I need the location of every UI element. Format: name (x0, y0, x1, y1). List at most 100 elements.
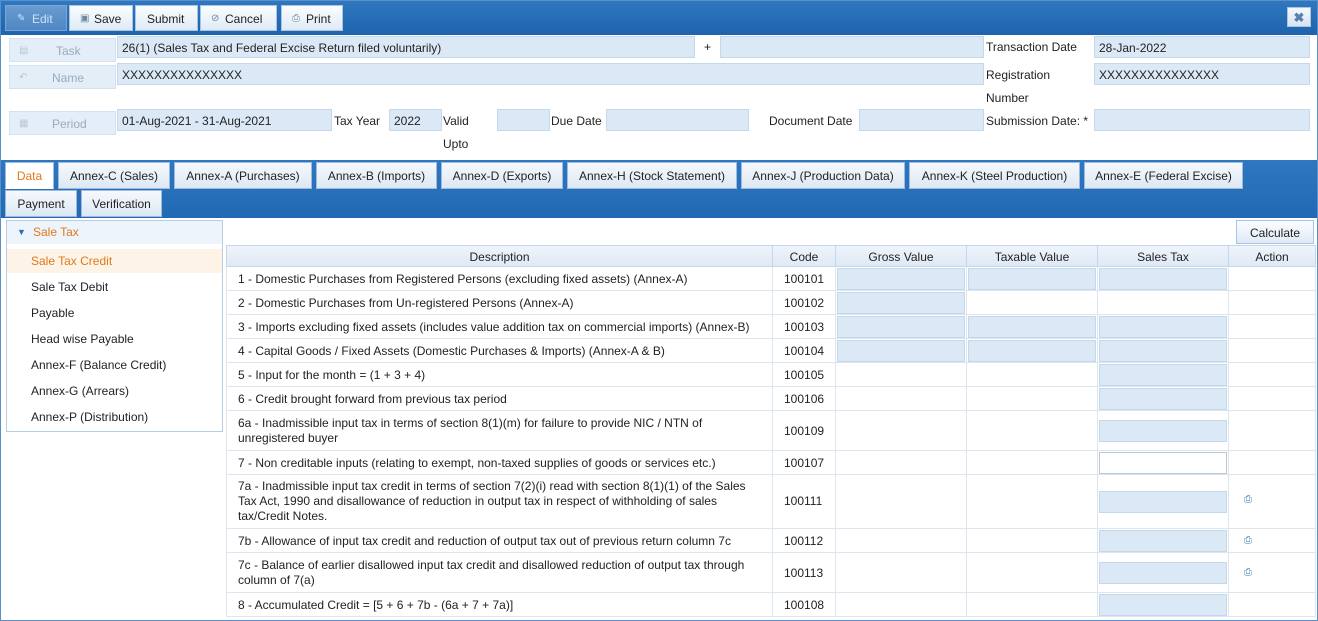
gross-value-input[interactable] (837, 340, 965, 362)
calendar-icon: ▦ (19, 118, 29, 129)
table-row: 7b - Allowance of input tax credit and r… (226, 529, 1316, 553)
valid-upto-label-line2: Upto (443, 137, 469, 151)
tab-annex-c[interactable]: Annex-C (Sales) (58, 162, 170, 189)
sales-tax-input[interactable] (1099, 268, 1227, 290)
tree-item-annex-p[interactable]: Annex-P (Distribution) (7, 405, 222, 429)
table-row: 7a - Inadmissible input tax credit in te… (226, 475, 1316, 529)
period-button[interactable]: ▦ Period (9, 111, 116, 135)
toolbar: ✎ Edit ▣ Save Submit ⊘ Cancel ⎙ Print ✖ (1, 1, 1317, 35)
tab-annex-a[interactable]: Annex-A (Purchases) (174, 162, 312, 189)
submit-button[interactable]: Submit (135, 5, 198, 31)
table-row: 3 - Imports excluding fixed assets (incl… (226, 315, 1316, 339)
tab-annex-b[interactable]: Annex-B (Imports) (316, 162, 437, 189)
table-row: 2 - Domestic Purchases from Un-registere… (226, 291, 1316, 315)
document-date-label: Document Date (769, 114, 853, 128)
tab-verification[interactable]: Verification (81, 190, 162, 217)
cancel-circle-icon: ⊘ (211, 13, 220, 24)
due-date-field[interactable] (606, 109, 749, 131)
taxable-value-input[interactable] (968, 316, 1096, 338)
sales-tax-input[interactable] (1099, 420, 1227, 442)
cancel-button[interactable]: ⊘ Cancel (200, 5, 277, 31)
period-field[interactable]: 01-Aug-2021 - 31-Aug-2021 (117, 109, 332, 131)
sale-tax-tree: ▼ Sale Tax Sale Tax Credit Sale Tax Debi… (6, 220, 223, 432)
table-row: 5 - Input for the month = (1 + 3 + 4) 10… (226, 363, 1316, 387)
transaction-date-label: Transaction Date (986, 40, 1077, 54)
add-task-button[interactable]: + (704, 40, 711, 54)
task-extra-field[interactable] (720, 36, 984, 58)
valid-upto-field[interactable] (497, 109, 550, 131)
col-description: Description (226, 245, 773, 267)
document-date-field[interactable] (859, 109, 984, 131)
return-window: ✎ Edit ▣ Save Submit ⊘ Cancel ⎙ Print ✖ … (0, 0, 1318, 621)
sales-tax-input[interactable] (1099, 594, 1227, 616)
transaction-date-field[interactable]: 28-Jan-2022 (1094, 36, 1310, 58)
table-row: 6 - Credit brought forward from previous… (226, 387, 1316, 411)
pencil-icon: ✎ (17, 13, 26, 24)
sales-tax-input[interactable] (1099, 388, 1227, 410)
table-row: 6a - Inadmissible input tax in terms of … (226, 411, 1316, 451)
printer-icon[interactable]: ⎙ (1244, 494, 1252, 505)
taxable-value-input[interactable] (968, 340, 1096, 362)
sales-tax-input[interactable] (1099, 562, 1227, 584)
task-button[interactable]: ▤ Task (9, 38, 116, 62)
calculate-button[interactable]: Calculate (1236, 220, 1314, 244)
print-button[interactable]: ⎙ Print (281, 5, 343, 31)
valid-upto-label-line1: Valid (443, 114, 469, 128)
table-row: 8 - Accumulated Credit = [5 + 6 + 7b - (… (226, 593, 1316, 617)
close-window-button[interactable]: ✖ (1287, 7, 1311, 27)
col-action: Action (1229, 245, 1316, 267)
edit-button[interactable]: ✎ Edit (5, 5, 67, 31)
col-code: Code (773, 245, 836, 267)
name-button[interactable]: ↶ Name (9, 65, 116, 89)
sales-tax-input[interactable] (1099, 364, 1227, 386)
tree-item-payable[interactable]: Payable (7, 301, 222, 325)
printer-icon: ⎙ (292, 13, 300, 24)
printer-icon[interactable]: ⎙ (1244, 535, 1252, 546)
col-sales-tax: Sales Tax (1098, 245, 1229, 267)
user-back-icon: ↶ (19, 72, 28, 83)
printer-icon[interactable]: ⎙ (1244, 567, 1252, 578)
submission-date-field[interactable] (1094, 109, 1310, 131)
submission-date-label: Submission Date: * (986, 114, 1089, 128)
sales-tax-input[interactable] (1099, 530, 1227, 552)
tree-item-sale-tax-debit[interactable]: Sale Tax Debit (7, 275, 222, 299)
gross-value-input[interactable] (837, 292, 965, 314)
gross-value-input[interactable] (837, 316, 965, 338)
task-field[interactable]: 26(1) (Sales Tax and Federal Excise Retu… (117, 36, 695, 58)
table-row: 1 - Domestic Purchases from Registered P… (226, 267, 1316, 291)
sales-tax-input[interactable] (1099, 340, 1227, 362)
sales-tax-input[interactable] (1099, 491, 1227, 513)
col-taxable-value: Taxable Value (967, 245, 1098, 267)
tab-payment[interactable]: Payment (5, 190, 77, 217)
tree-item-annex-g[interactable]: Annex-G (Arrears) (7, 379, 222, 403)
task-icon: ▤ (19, 45, 29, 56)
tab-annex-k[interactable]: Annex-K (Steel Production) (909, 162, 1080, 189)
tax-year-field[interactable]: 2022 (389, 109, 442, 131)
sales-tax-input[interactable] (1099, 316, 1227, 338)
tab-data[interactable]: Data (5, 162, 54, 189)
tab-annex-e[interactable]: Annex-E (Federal Excise) (1084, 162, 1243, 189)
taxable-value-input[interactable] (968, 268, 1096, 290)
caret-down-icon[interactable]: ▼ (17, 221, 26, 244)
table-row: 7 - Non creditable inputs (relating to e… (226, 451, 1316, 475)
gross-value-input[interactable] (837, 268, 965, 290)
table-row: 4 - Capital Goods / Fixed Assets (Domest… (226, 339, 1316, 363)
due-date-label: Due Date (551, 114, 602, 128)
sales-tax-input[interactable] (1099, 452, 1227, 474)
tree-root-sale-tax[interactable]: ▼ Sale Tax (7, 221, 222, 244)
name-field[interactable]: XXXXXXXXXXXXXXX (117, 63, 984, 85)
floppy-disk-icon: ▣ (80, 13, 90, 24)
tab-annex-j[interactable]: Annex-J (Production Data) (741, 162, 905, 189)
tax-year-label: Tax Year (334, 114, 381, 128)
tree-item-annex-f[interactable]: Annex-F (Balance Credit) (7, 353, 222, 377)
tree-item-head-wise-payable[interactable]: Head wise Payable (7, 327, 222, 351)
registration-label-line1: Registration (986, 68, 1051, 82)
tab-annex-h[interactable]: Annex-H (Stock Statement) (567, 162, 737, 189)
tab-annex-d[interactable]: Annex-D (Exports) (441, 162, 563, 189)
save-button[interactable]: ▣ Save (69, 5, 133, 31)
table-row: 7c - Balance of earlier disallowed input… (226, 553, 1316, 593)
registration-number-field[interactable]: XXXXXXXXXXXXXXX (1094, 63, 1310, 85)
close-icon: ✖ (1293, 10, 1305, 25)
registration-label-line2: Number (986, 91, 1029, 105)
tree-item-sale-tax-credit[interactable]: Sale Tax Credit (7, 249, 222, 273)
